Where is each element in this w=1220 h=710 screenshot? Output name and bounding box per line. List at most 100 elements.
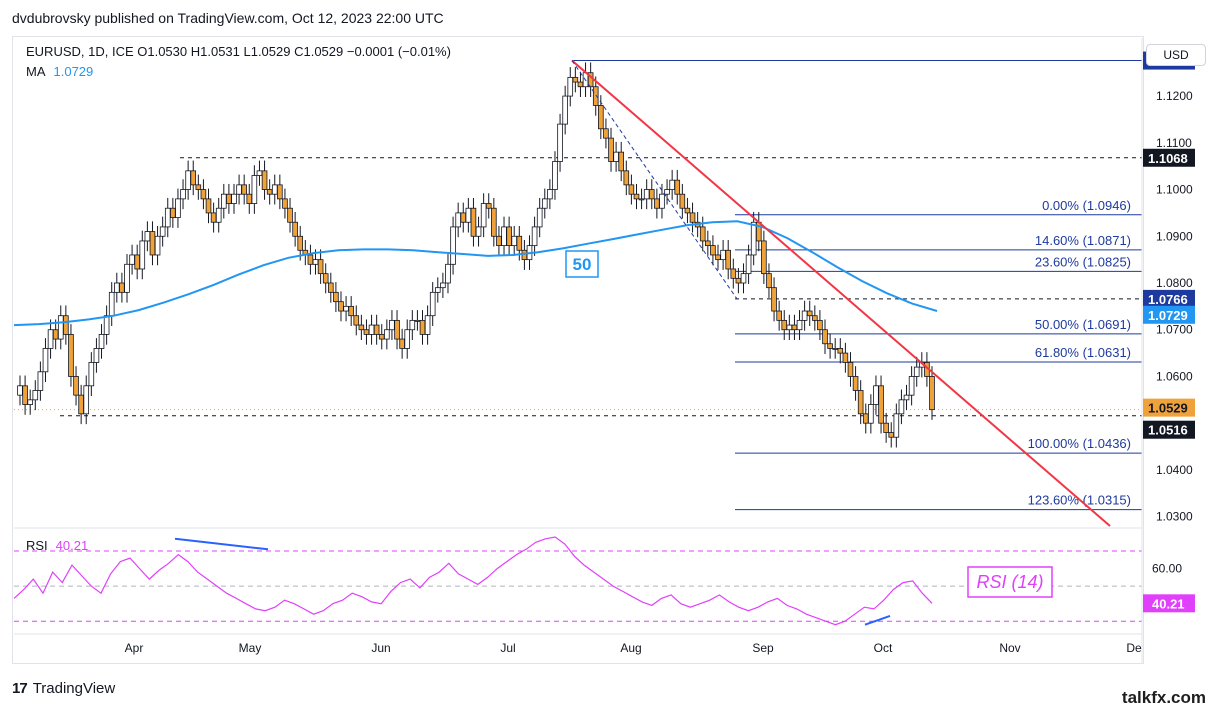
candle-body [455, 212, 461, 228]
candle-body [440, 282, 446, 289]
candle-body [399, 338, 405, 349]
candle-body [592, 86, 599, 106]
candle-body [873, 385, 879, 405]
candle-body [251, 175, 258, 204]
fib-label: 100.00% (1.0436) [1028, 436, 1131, 451]
candle-body [124, 263, 130, 293]
candle-body [745, 254, 752, 275]
candle-body [261, 170, 268, 190]
time-axis[interactable]: Apr May Jun Jul Aug Sep Oct Nov De [14, 633, 1142, 655]
candle-body [776, 310, 782, 321]
candle-body [52, 329, 59, 340]
candle-body [358, 324, 365, 331]
candle-body [42, 348, 49, 373]
candle-body [139, 240, 146, 270]
candle-body [119, 282, 125, 293]
axis-label-1-0516: 1.0516 [1148, 423, 1188, 438]
chart-svg[interactable]: 0.00% (1.0946) 14.60% (1.0871) 23.60% (1.0… [0, 0, 1220, 710]
currency-button[interactable]: USD [1146, 44, 1206, 66]
candle-body [164, 207, 171, 228]
candle-body [22, 385, 28, 405]
fib-label: 61.80% (1.0631) [1035, 345, 1131, 360]
candle-body [669, 179, 675, 190]
candle-body [170, 207, 176, 218]
candle-body [862, 413, 869, 424]
time-tick: De [1126, 641, 1142, 655]
tradingview-logo[interactable]: 17 TradingView [12, 680, 115, 697]
candle-body [888, 432, 895, 438]
candle-body [368, 324, 375, 335]
candle-body [236, 184, 242, 195]
candle-body [730, 268, 737, 279]
candle-body [857, 390, 864, 415]
candle-body [868, 404, 874, 424]
candle-body [766, 273, 772, 289]
candle-body [317, 259, 324, 275]
candle-body [292, 221, 298, 237]
candle-body [159, 226, 166, 237]
candle-body [572, 76, 579, 83]
price-tick: 1.0300 [1156, 510, 1193, 524]
candle-body [373, 324, 380, 335]
candle-body [460, 212, 467, 223]
candle-body [643, 189, 650, 200]
candle-body [129, 254, 135, 265]
candle-body [806, 310, 813, 317]
candle-body [699, 226, 706, 242]
candle-body [271, 184, 278, 195]
time-tick: Sep [752, 641, 774, 655]
candle-body [485, 203, 492, 209]
candle-body [664, 189, 670, 195]
candle-body [705, 240, 711, 247]
candle-body [134, 254, 140, 270]
candle-body [103, 315, 110, 335]
candle-body [674, 179, 681, 195]
candle-body [27, 399, 33, 405]
candle-body [613, 151, 619, 162]
candle-body [598, 105, 604, 130]
candle-body [710, 245, 716, 256]
candle-body [929, 376, 935, 411]
candle-body [47, 329, 54, 349]
rsi-divergence-line [864, 615, 891, 626]
candle-body [562, 95, 568, 125]
candle-body [149, 231, 156, 256]
candle-body [322, 273, 329, 284]
candle-body [761, 240, 767, 275]
candle-body [567, 76, 574, 97]
candle-body [343, 305, 349, 312]
candle-body [827, 343, 833, 349]
candle-body [226, 193, 232, 204]
candle-body [404, 329, 411, 349]
candle-body [465, 207, 472, 223]
price-axis[interactable]: 1.0300 1.0400 1.0600 1.0700 1.0800 1.0900 1.10… [1141, 38, 1195, 664]
candle-body [57, 315, 64, 340]
candle-body [608, 137, 614, 162]
candle-body [536, 207, 543, 228]
time-tick: Apr [125, 641, 144, 655]
candle-body [409, 319, 416, 331]
candle-body [205, 198, 212, 214]
time-tick: Jun [371, 641, 390, 655]
candle-body [348, 305, 354, 317]
candle-body [786, 324, 793, 331]
candle-body [246, 193, 253, 204]
trend-line [571, 59, 1111, 527]
candle-body [287, 207, 293, 223]
candle-body [195, 184, 202, 190]
candle-body [638, 198, 645, 201]
candle-body [338, 301, 344, 312]
fib-label: 23.60% (1.0825) [1035, 254, 1131, 269]
candle-body [817, 319, 823, 331]
candle-body [913, 366, 920, 377]
candle-body [68, 334, 74, 377]
price-pane[interactable]: 0.00% (1.0946) 14.60% (1.0871) 23.60% (1.0… [13, 59, 1142, 529]
rsi-pane[interactable]: RSI (14) [13, 536, 1142, 626]
candle-body [577, 81, 584, 88]
candle-body [552, 161, 558, 190]
rsi-line [13, 536, 933, 626]
candle-body [878, 385, 884, 424]
axis-label-ma: 1.0729 [1148, 308, 1188, 323]
candle-body [190, 170, 197, 186]
ma-annotation-label: 50 [573, 255, 592, 274]
